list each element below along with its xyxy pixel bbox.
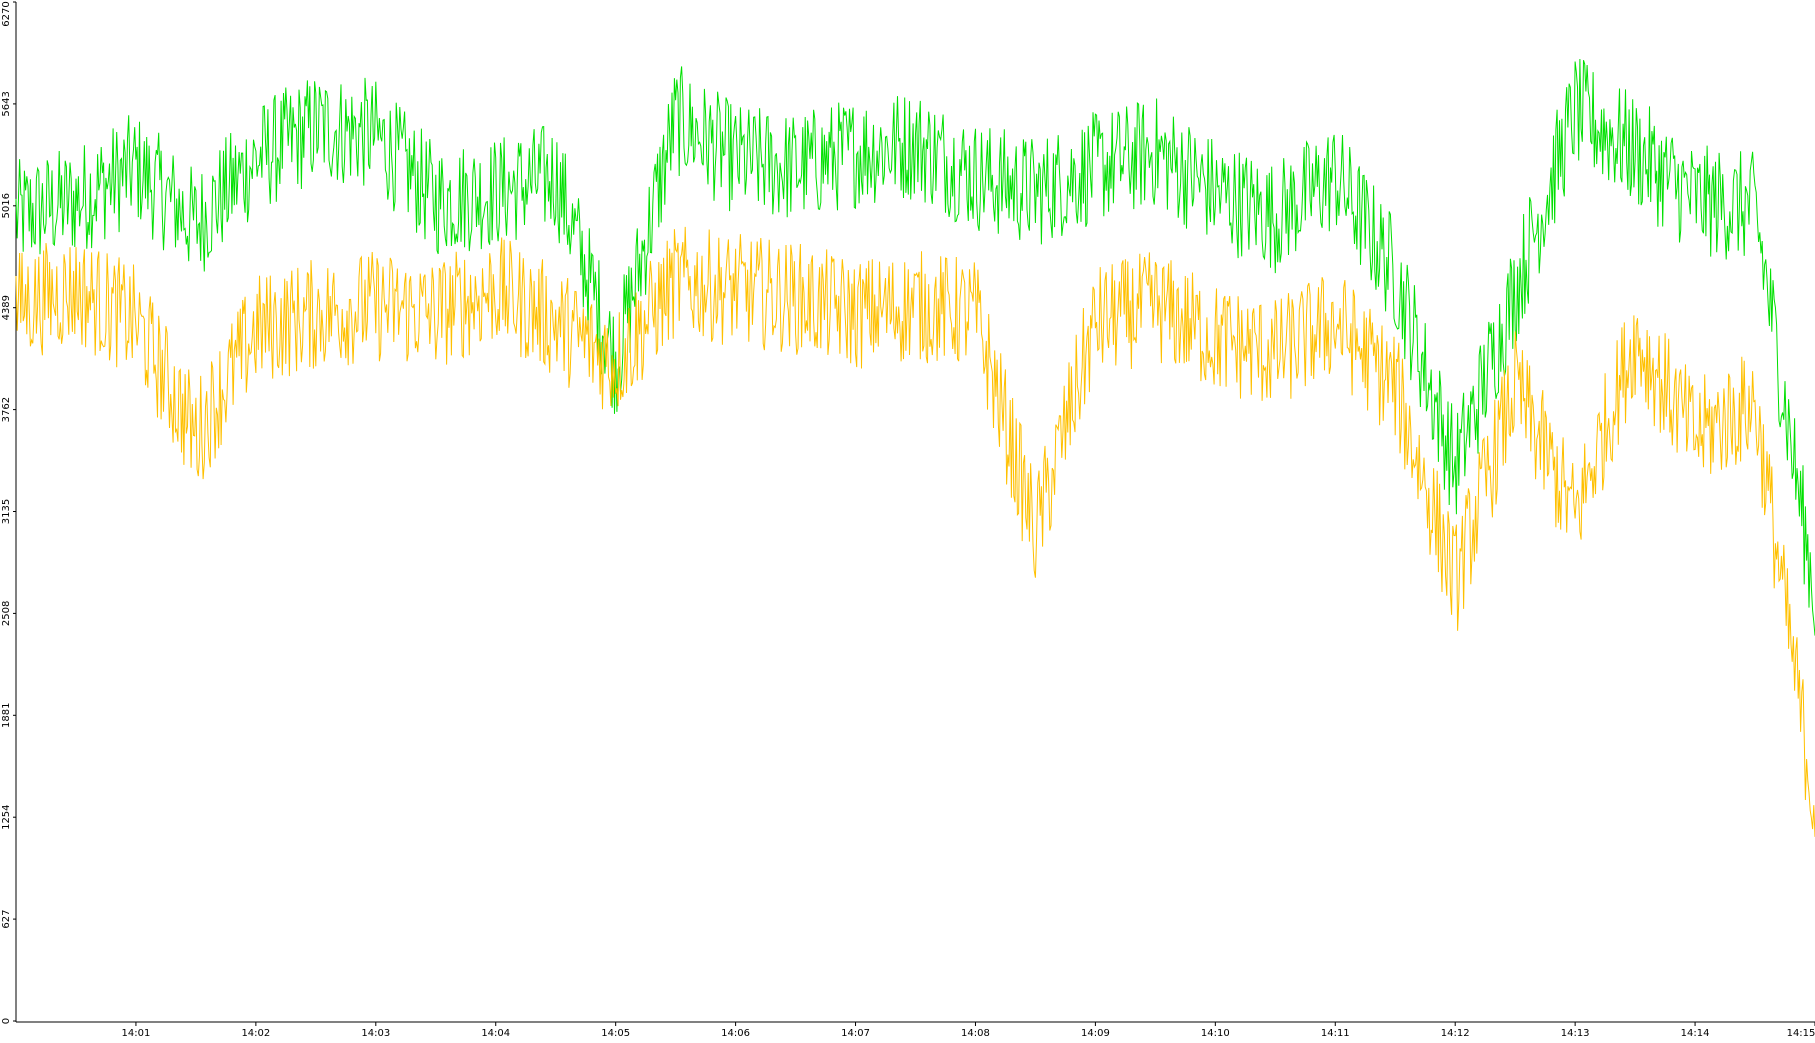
- x-tick-label: 14:03: [361, 1028, 390, 1039]
- y-tick-label: 627: [1, 910, 12, 929]
- y-tick-label: 3135: [1, 499, 12, 524]
- y-tick-label: 1254: [1, 804, 12, 829]
- y-tick-label: 4389: [1, 295, 12, 320]
- x-tick-label: 14:07: [841, 1028, 870, 1039]
- line-chart: 0 627 1254 1881 2508 3135 3762 4389 5016 5643 6270…: [1, 1, 1815, 1039]
- series-line-2: [15, 226, 1815, 837]
- x-tick-label: 14:01: [122, 1028, 151, 1039]
- x-tick-label: 14:08: [961, 1028, 990, 1039]
- y-tick-label: 5643: [1, 91, 12, 116]
- x-axis-ticks: 14:01 14:02 14:03 14:04 14:05 14:06 14:07 14:08…: [122, 1022, 1815, 1039]
- y-tick-label: 6270: [1, 1, 12, 26]
- x-tick-label: 14:10: [1201, 1028, 1230, 1039]
- y-axis-ticks: 0 627 1254 1881 2508 3135 3762 4389 5016 5643 6270: [1, 1, 16, 1024]
- chart-area: 0 627 1254 1881 2508 3135 3762 4389 5016 5643 6270…: [0, 0, 1815, 1039]
- y-tick-label: 1881: [1, 703, 12, 728]
- y-tick-label: 0: [1, 1018, 12, 1024]
- x-tick-label: 14:14: [1681, 1028, 1710, 1039]
- x-tick-label: 14:04: [481, 1028, 510, 1039]
- y-tick-label: 3762: [1, 397, 12, 422]
- y-tick-label: 5016: [1, 193, 12, 218]
- x-tick-label: 14:12: [1441, 1028, 1470, 1039]
- x-tick-label: 14:05: [601, 1028, 630, 1039]
- series-group: [15, 58, 1815, 837]
- x-tick-label: 14:13: [1561, 1028, 1590, 1039]
- x-tick-label: 14:09: [1081, 1028, 1110, 1039]
- x-tick-label: 14:11: [1321, 1028, 1350, 1039]
- x-tick-label: 14:02: [241, 1028, 270, 1039]
- y-tick-label: 2508: [1, 601, 12, 626]
- x-tick-label: 14:06: [721, 1028, 750, 1039]
- x-tick-label: 14:15: [1787, 1028, 1815, 1039]
